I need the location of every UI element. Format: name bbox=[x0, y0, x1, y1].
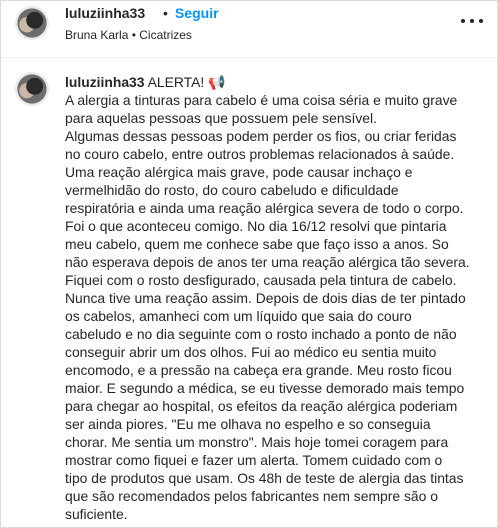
caption-body: luluziinha33 ALERTA! 📢 A alergia a tintu… bbox=[65, 73, 485, 523]
comment-username[interactable]: luluziinha33 bbox=[65, 74, 145, 90]
more-dot bbox=[470, 19, 474, 23]
audio-subline[interactable]: Bruna Karla • Cicatrizes bbox=[65, 28, 192, 42]
post-panel: luluziinha33 • Seguir Bruna Karla • Cica… bbox=[0, 0, 498, 528]
avatar[interactable] bbox=[15, 6, 49, 40]
header-divider bbox=[1, 57, 497, 58]
more-dot bbox=[479, 19, 483, 23]
header-username[interactable]: luluziinha33 bbox=[65, 5, 145, 21]
more-dot bbox=[461, 19, 465, 23]
separator-dot: • bbox=[163, 5, 168, 21]
more-options-icon[interactable] bbox=[461, 13, 483, 29]
post-header: luluziinha33 • Seguir Bruna Karla • Cica… bbox=[1, 1, 497, 57]
follow-button[interactable]: Seguir bbox=[175, 5, 219, 21]
caption-text: ALERTA! 📢 A alergia a tinturas para cabe… bbox=[65, 74, 470, 522]
comment-avatar[interactable] bbox=[15, 72, 49, 106]
